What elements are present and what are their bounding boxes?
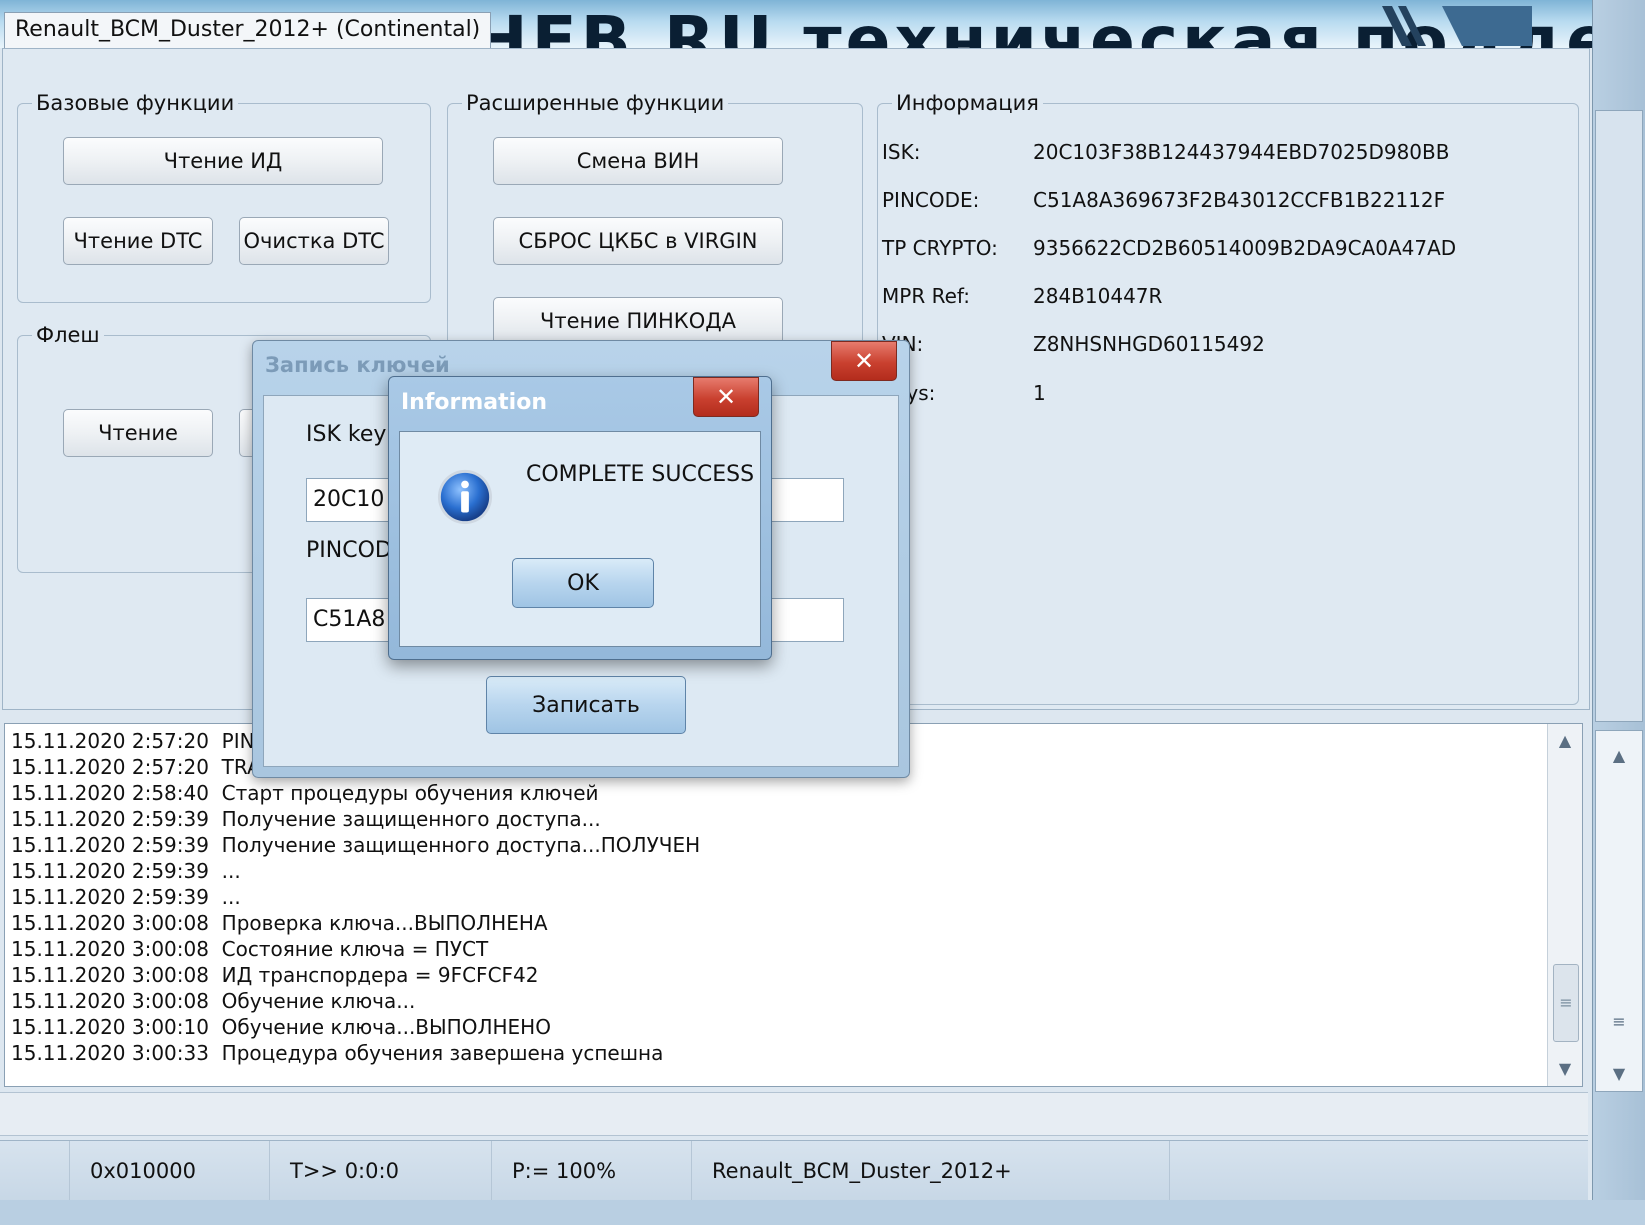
background-scrollbar: ▲ ≡ ▼ [1595, 730, 1643, 1092]
bg-scroll-down-arrow-icon: ▼ [1612, 1064, 1626, 1083]
log-line: 15.11.2020 2:58:40 Старт процедуры обуче… [11, 781, 599, 805]
bg-scroll-up-arrow-icon: ▲ [1612, 746, 1626, 765]
log-lines: 15.11.2020 2:57:20 PIN 15.11.2020 2:57:2… [11, 728, 700, 1066]
log-line: 15.11.2020 3:00:33 Процедура обучения за… [11, 1041, 664, 1065]
scroll-up-arrow-icon[interactable]: ▲ [1552, 728, 1578, 754]
basic-functions-title: Базовые функции [36, 91, 235, 115]
info-value: 284B10447R [1033, 284, 1163, 308]
log-line: 15.11.2020 3:00:08 Проверка ключа...ВЫПО… [11, 911, 548, 935]
write-keys-dialog-title: Запись ключей [265, 353, 450, 377]
log-line: 15.11.2020 2:59:39 ... [11, 885, 241, 909]
read-dtc-button[interactable]: Чтение DTC [63, 217, 213, 265]
read-id-button[interactable]: Чтение ИД [63, 137, 383, 185]
taskbar-strip [0, 1200, 1645, 1225]
device-tab[interactable]: Renault_BCM_Duster_2012+ (Continental) [4, 12, 492, 49]
advanced-functions-title: Расширенные функции [466, 91, 725, 115]
information-dialog-title: Information [401, 390, 547, 415]
bg-scroll-grip-icon: ≡ [1612, 1012, 1626, 1031]
information-message: COMPLETE SUCCESS [526, 462, 755, 487]
background-window-edge: ▲ ≡ ▼ [1592, 0, 1645, 1225]
flash-read-button[interactable]: Чтение [63, 409, 213, 457]
log-line: 15.11.2020 3:00:10 Обучение ключа...ВЫПО… [11, 1015, 551, 1039]
info-value: 1 [1033, 381, 1046, 405]
info-label: TP CRYPTO: [882, 236, 998, 260]
log-line: 15.11.2020 3:00:08 Обучение ключа... [11, 989, 416, 1013]
info-value: C51A8A369673F2B43012CCFB1B22112F [1033, 188, 1446, 212]
status-timer: T>> 0:0:0 [270, 1141, 492, 1201]
information-title: Информация [896, 91, 1039, 115]
clear-dtc-button[interactable]: Очистка DTC [239, 217, 389, 265]
info-label: PINCODE: [882, 188, 980, 212]
scroll-thumb[interactable]: ≡ [1553, 964, 1579, 1042]
information-group: Информация [877, 91, 1579, 705]
change-vin-button[interactable]: Смена ВИН [493, 137, 783, 185]
information-close-button[interactable]: ✕ [693, 377, 759, 417]
log-line: 15.11.2020 3:00:08 Состояние ключа = ПУС… [11, 937, 489, 961]
status-progress: P:= 100% [492, 1141, 692, 1201]
log-line: 15.11.2020 2:59:39 ... [11, 859, 241, 883]
info-value: Z8NHSNHGD60115492 [1033, 332, 1265, 356]
isk-key-label: ISK key [306, 422, 387, 447]
information-dialog: Information ✕ COMPLETE SUCCESS OK [388, 376, 772, 660]
log-scrollbar[interactable]: ▲ ≡ ▼ [1547, 724, 1582, 1086]
information-dialog-body: COMPLETE SUCCESS OK [399, 431, 761, 647]
info-label: MPR Ref: [882, 284, 970, 308]
info-value: 9356622CD2B60514009B2DA9CA0A47AD [1033, 236, 1457, 260]
info-icon [437, 469, 493, 525]
write-keys-close-button[interactable]: ✕ [831, 341, 897, 381]
info-value: 20C103F38B124437944EBD7025D980BB [1033, 140, 1450, 164]
info-label: ISK: [882, 140, 921, 164]
write-button[interactable]: Записать [486, 676, 686, 734]
background-panel [1595, 110, 1643, 722]
banner-stripes-decoration [1382, 6, 1532, 46]
empty-strip [0, 1092, 1588, 1136]
status-address: 0x010000 [70, 1141, 270, 1201]
read-pin-button[interactable]: Чтение ПИНКОДА [493, 297, 783, 345]
flash-title: Флеш [36, 323, 100, 347]
log-line: 15.11.2020 3:00:08 ИД транспордера = 9FC… [11, 963, 539, 987]
reset-virgin-button[interactable]: СБРОС ЦКБС в VIRGIN [493, 217, 783, 265]
pincode-label: PINCOD [306, 538, 392, 563]
log-line: 15.11.2020 2:59:39 Получение защищенного… [11, 833, 701, 857]
basic-functions-group: Базовые функции [17, 91, 431, 303]
log-line: 15.11.2020 2:59:39 Получение защищенного… [11, 807, 601, 831]
ok-button[interactable]: OK [512, 558, 654, 608]
status-bar: 0x010000 T>> 0:0:0 P:= 100% Renault_BCM_… [0, 1140, 1588, 1201]
status-profile: Renault_BCM_Duster_2012+ [692, 1141, 1170, 1201]
scroll-down-arrow-icon[interactable]: ▼ [1552, 1056, 1578, 1082]
status-cell-blank [0, 1141, 70, 1201]
